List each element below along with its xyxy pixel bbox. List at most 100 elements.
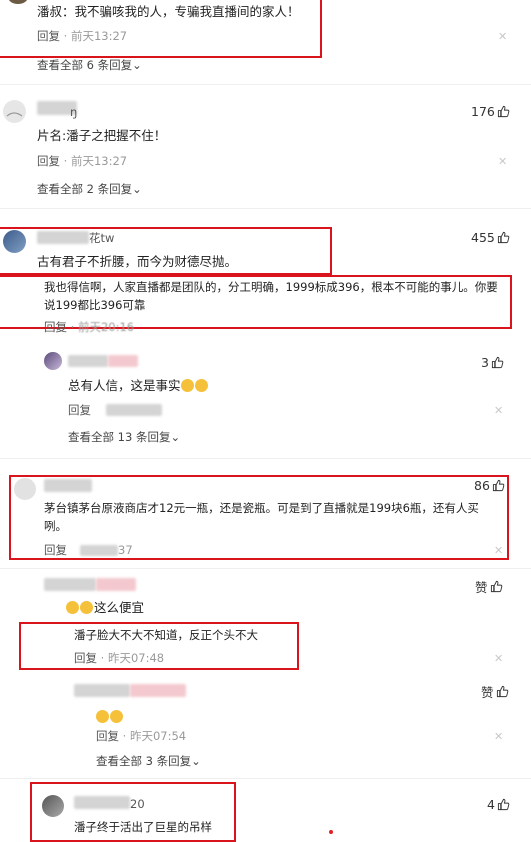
reply-time: 昨天07:48 (107, 651, 165, 665)
close-icon[interactable]: ✕ (494, 652, 503, 665)
comment-meta: 回复 · 前天13:27 (37, 29, 128, 43)
username-blurred (108, 355, 138, 367)
divider (0, 778, 531, 779)
username-suffix: 20 (130, 797, 145, 811)
reply-button[interactable]: 回复 (44, 320, 67, 334)
comment-meta: 回复 · 前天13:27 (37, 154, 128, 168)
view-replies-label: 查看全部 3 条回复 (96, 754, 192, 768)
reply-meta: 回复 · 昨天07:48 (74, 651, 165, 665)
username-suffix: ŋ (70, 105, 78, 119)
reply-content: 总有人信，这是事实 (68, 377, 209, 395)
view-replies-label: 查看全部 2 条回复 (37, 182, 133, 196)
thumbs-up-icon (490, 580, 502, 593)
avatar (14, 478, 36, 500)
username-blurred (44, 479, 92, 492)
reply-button[interactable]: 回复 (68, 403, 91, 417)
reply-time: 前天20:16 (77, 320, 135, 334)
reply-text: 潘子脸大不大不知道，反正个头不大 (74, 628, 258, 642)
like-label: 赞 (481, 685, 494, 700)
view-replies-link[interactable]: 查看全部 13 条回复⌄ (68, 429, 180, 445)
reply-button[interactable]: 回复 (74, 651, 97, 665)
comment-text-line2: 咧。 (44, 519, 67, 533)
like-button[interactable]: 3 (481, 355, 504, 370)
reply-meta: 回复 (68, 402, 91, 418)
reply-content (96, 706, 124, 725)
comment-text: 古有君子不折腰，而今为财德尽抛。 (37, 254, 238, 269)
avatar (3, 100, 26, 123)
username-blurred (130, 684, 186, 697)
thumbs-up-icon (497, 105, 510, 118)
dizzy-emoji-icon (96, 710, 109, 723)
divider (0, 208, 531, 209)
comment-time: 前天13:27 (70, 154, 128, 168)
reply-button[interactable]: 回复 (37, 154, 60, 168)
like-count: 455 (471, 230, 495, 245)
reply-button[interactable]: 回复 (44, 543, 67, 557)
reply-text: 总有人信，这是事实 (68, 378, 181, 393)
like-count: 4 (487, 797, 495, 812)
comment-time-blurred (80, 545, 118, 556)
divider (0, 458, 531, 459)
view-replies-label: 查看全部 6 条回复 (37, 58, 133, 72)
like-count: 176 (471, 104, 495, 119)
username-blurred (44, 578, 96, 591)
reply-text-line2: 说199都比396可靠 (44, 298, 146, 312)
close-icon[interactable]: ✕ (498, 155, 507, 168)
avatar (44, 352, 62, 370)
comment-time-suffix: 37 (118, 543, 133, 557)
thumbs-up-icon (496, 685, 508, 698)
chevron-down-icon: ⌄ (132, 182, 142, 196)
view-replies-link[interactable]: 查看全部 3 条回复⌄ (96, 753, 201, 769)
like-button[interactable]: 赞 (481, 682, 509, 701)
close-icon[interactable]: ✕ (494, 730, 503, 743)
laughing-emoji-icon (180, 379, 194, 392)
thumbs-up-icon (497, 231, 510, 244)
username-blurred (96, 578, 136, 591)
like-count: 86 (474, 478, 490, 493)
username-blurred (68, 355, 108, 367)
thumbs-up-icon (492, 479, 505, 492)
thumbs-up-icon (497, 798, 510, 811)
reply-time-blurred (106, 404, 162, 416)
divider (0, 568, 531, 569)
view-replies-link[interactable]: 查看全部 2 条回复⌄ (37, 181, 142, 197)
close-icon[interactable]: ✕ (494, 404, 503, 417)
like-count: 3 (481, 355, 489, 370)
comment-time: 前天13:27 (70, 29, 128, 43)
username-blurred (74, 796, 130, 809)
reply-time: 昨天07:54 (129, 729, 187, 743)
reply-meta: 回复 · 前天20:16 (44, 320, 135, 334)
like-button[interactable]: 455 (471, 230, 510, 245)
view-replies-link[interactable]: 查看全部 6 条回复⌄ (37, 57, 142, 73)
dizzy-emoji-icon (66, 601, 79, 614)
avatar (42, 795, 64, 817)
comment-text: 片名:潘子之把握不住！ (37, 128, 167, 143)
thumbs-up-icon (491, 356, 504, 369)
chevron-down-icon: ⌄ (191, 754, 201, 768)
like-button[interactable]: 176 (471, 104, 510, 119)
red-dot (329, 830, 333, 834)
username-blurred (74, 684, 130, 697)
laughing-emoji-icon (194, 379, 208, 392)
comment-text: 这么便宜 (94, 600, 145, 615)
like-button[interactable]: 4 (487, 797, 510, 812)
close-icon[interactable]: ✕ (494, 544, 503, 557)
view-replies-label: 查看全部 13 条回复 (68, 430, 171, 444)
close-icon[interactable]: ✕ (498, 30, 507, 43)
dizzy-emoji-icon (110, 710, 123, 723)
reply-text-line1: 我也得信啊，人家直播都是团队的，分工明确，1999标成396，根本不可能的事儿。… (44, 280, 498, 294)
reply-button[interactable]: 回复 (96, 729, 119, 743)
like-label: 赞 (475, 580, 488, 595)
reply-button[interactable]: 回复 (37, 29, 60, 43)
divider (0, 84, 531, 85)
reply-meta: 回复 · 昨天07:54 (96, 729, 187, 743)
chevron-down-icon: ⌄ (170, 430, 181, 444)
like-button[interactable]: 赞 (475, 577, 503, 596)
comment-text: 潘子终于活出了巨星的吊样 (74, 820, 212, 834)
like-button[interactable]: 86 (474, 478, 505, 493)
comment-meta: 回复 (44, 542, 67, 558)
comment-text: 潘叔：我不骗咳我的人，专骗我直播间的家人！ (37, 4, 300, 19)
dizzy-emoji-icon (80, 601, 93, 614)
comment-text-line1: 茅台镇茅台原液商店才12元一瓶，还是瓷瓶。可是到了直播就是199块6瓶，还有人买 (44, 501, 479, 515)
comment-content: 这么便宜 (66, 599, 144, 617)
